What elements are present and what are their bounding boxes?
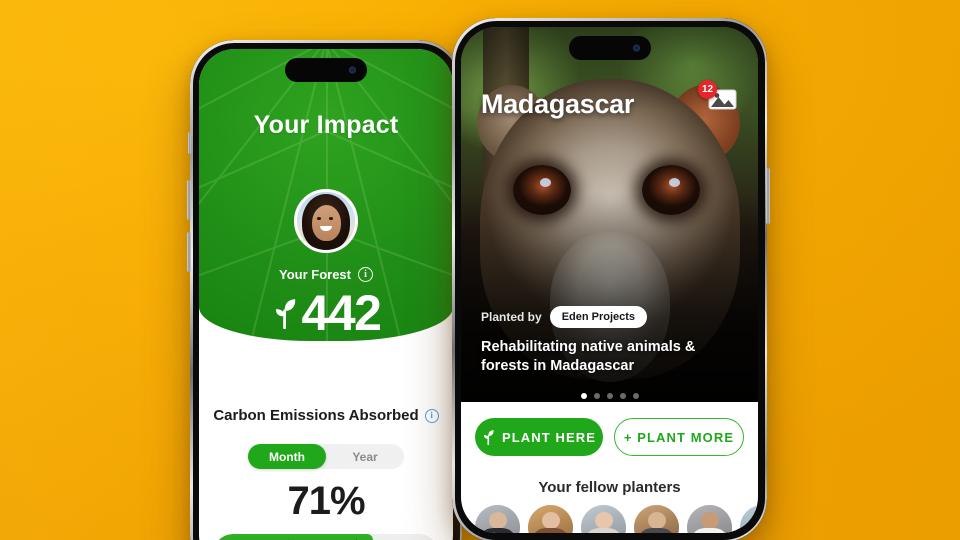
organization-chip[interactable]: Eden Projects <box>549 306 648 328</box>
progress-bar-track <box>213 534 439 540</box>
sprout-icon <box>275 299 295 329</box>
planted-by-row: Planted by Eden Projects <box>481 306 648 328</box>
fellow-planters-list[interactable] <box>475 505 758 533</box>
left-phone-volume-up[interactable] <box>187 180 191 220</box>
left-phone-screen: Your Impact Your Forest i 442 Carbon Emi… <box>199 49 453 540</box>
page-title: Your Impact <box>253 111 399 139</box>
info-icon[interactable]: i <box>358 267 373 282</box>
front-camera-icon <box>349 66 356 74</box>
plant-here-label: PLANT HERE <box>501 429 597 445</box>
gallery-badge-count: 12 <box>698 80 718 99</box>
tree-count-value: 442 <box>301 285 382 341</box>
project-description: Rehabilitating native animals & forests … <box>481 339 696 375</box>
planted-by-label: Planted by <box>481 310 542 324</box>
period-toggle[interactable]: Month Year <box>248 444 404 469</box>
fellow-planters-title: Your fellow planters <box>538 479 681 496</box>
sprout-icon <box>483 430 494 445</box>
left-phone-volume-down[interactable] <box>187 232 191 272</box>
impact-header: Your Impact Your Forest i 442 <box>199 49 453 341</box>
your-forest-row: Your Forest i <box>199 267 453 282</box>
left-phone-silent-switch[interactable] <box>188 132 191 154</box>
carousel-indicator[interactable] <box>461 393 758 399</box>
list-item[interactable] <box>634 505 679 533</box>
left-phone-device: Your Impact Your Forest i 442 Carbon Emi… <box>187 40 462 540</box>
absorbed-percent-value: 71% <box>287 479 365 523</box>
dynamic-island <box>568 36 651 60</box>
carbon-info-icon[interactable]: i <box>424 408 439 423</box>
list-item[interactable] <box>687 505 732 533</box>
carbon-section-title-row: Carbon Emissions Absorbed i <box>199 407 453 424</box>
project-title: Madagascar <box>481 89 635 119</box>
right-phone-device: Madagascar 12 Planted by Eden Projects R… <box>452 18 770 540</box>
carousel-dot-2[interactable] <box>593 393 600 399</box>
carousel-dot-1[interactable] <box>580 393 587 399</box>
avatar[interactable] <box>294 189 358 253</box>
period-option-month[interactable]: Month <box>248 444 326 469</box>
list-item[interactable] <box>581 505 626 533</box>
carousel-dot-3[interactable] <box>606 393 613 399</box>
your-forest-label: Your Forest <box>279 267 351 282</box>
progress-bar-fill <box>213 534 374 540</box>
dynamic-island <box>285 58 367 82</box>
period-option-year[interactable]: Year <box>326 444 404 469</box>
avatar-photo <box>297 192 355 250</box>
right-phone-power-button[interactable] <box>766 168 770 224</box>
front-camera-icon <box>632 44 640 52</box>
right-phone-screen: Madagascar 12 Planted by Eden Projects R… <box>461 27 758 533</box>
list-item[interactable] <box>740 505 758 533</box>
list-item[interactable] <box>528 505 573 533</box>
action-buttons-row: PLANT HERE + PLANT MORE <box>475 418 744 456</box>
carousel-dot-5[interactable] <box>632 393 639 399</box>
plant-more-button[interactable]: + PLANT MORE <box>614 418 744 456</box>
photo-gallery-button[interactable]: 12 <box>698 80 740 117</box>
tree-count-row: 442 <box>199 288 453 338</box>
carousel-dot-4[interactable] <box>619 393 626 399</box>
list-item[interactable] <box>475 505 520 533</box>
carbon-section-title: Carbon Emissions Absorbed <box>213 407 419 424</box>
plant-here-button[interactable]: PLANT HERE <box>475 418 603 456</box>
plant-more-label: + PLANT MORE <box>623 429 735 445</box>
